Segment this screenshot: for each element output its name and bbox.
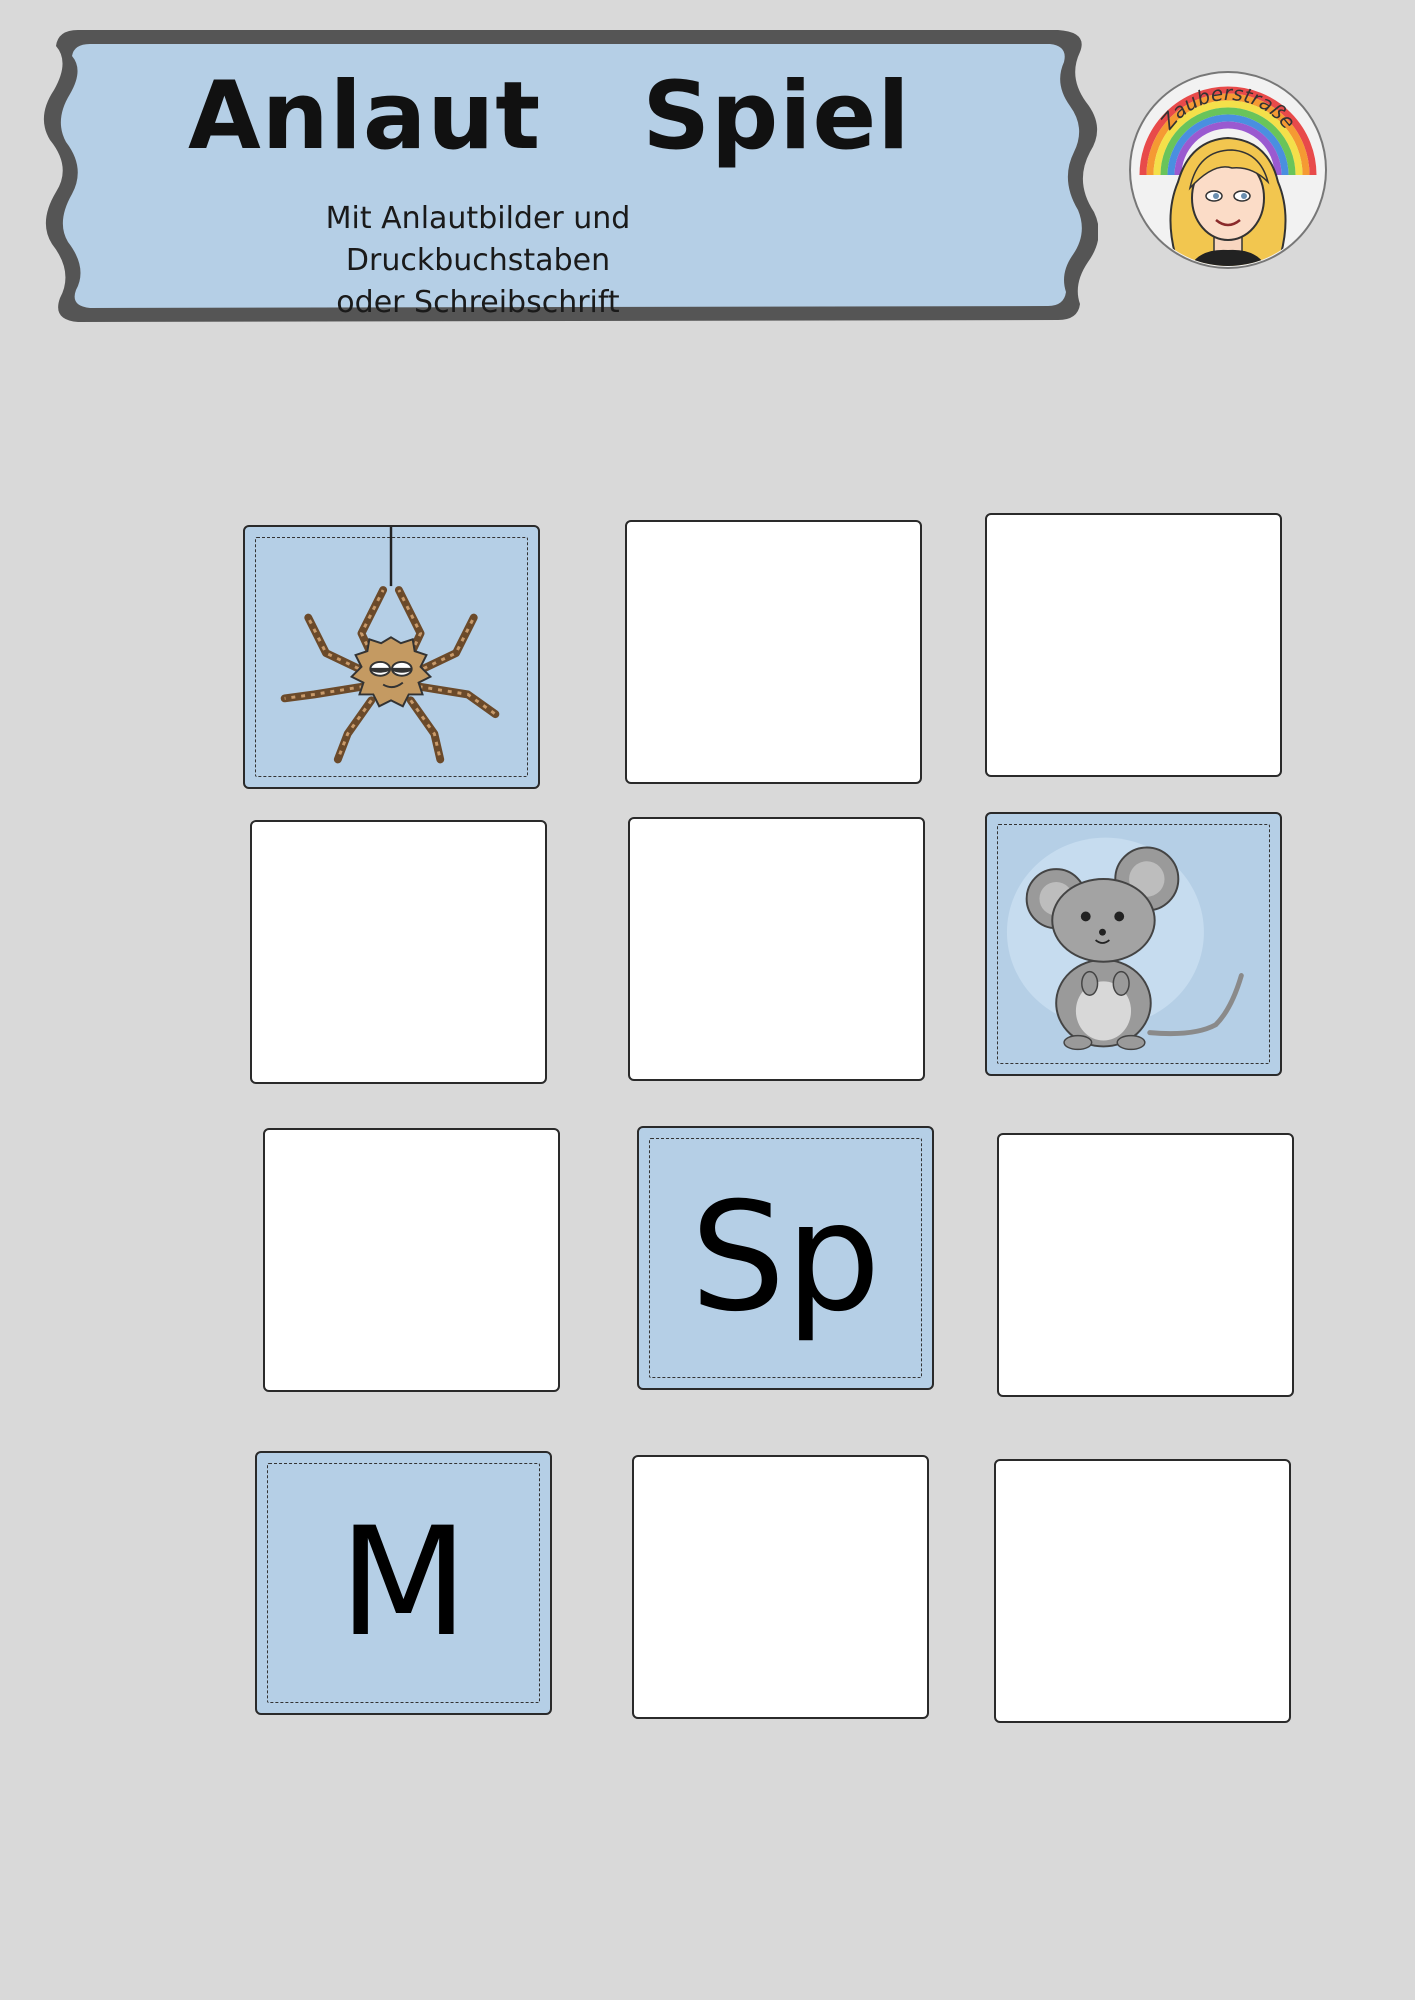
card-letter-m[interactable]: M (255, 1451, 552, 1715)
card-mouse-picture[interactable] (985, 812, 1282, 1076)
card-letter-text: Sp (690, 1171, 881, 1345)
card-blank[interactable] (985, 513, 1282, 777)
subtitle-line-1: Mit Anlautbilder und Druckbuchstaben (325, 201, 631, 278)
subtitle-line-2: oder Schreibschrift (336, 285, 620, 320)
card-blank[interactable] (263, 1128, 560, 1392)
card-spider-picture[interactable] (243, 525, 540, 789)
spider-icon (280, 527, 500, 764)
card-picture (987, 814, 1280, 1074)
card-blank[interactable] (628, 817, 925, 1081)
card-letter-text: M (338, 1496, 469, 1670)
avatar-rainbow-logo-icon: Zauberstraße (1129, 71, 1327, 269)
card-blank[interactable] (632, 1455, 929, 1719)
card-blank[interactable] (994, 1459, 1291, 1723)
card-blank[interactable] (997, 1133, 1294, 1397)
card-blank[interactable] (250, 820, 547, 1084)
page-subtitle: Mit Anlautbilder und Druckbuchstaben ode… (218, 198, 738, 324)
card-letter-sp[interactable]: Sp (637, 1126, 934, 1390)
page-title: Anlaut Spiel (188, 62, 911, 171)
card-picture (245, 527, 538, 787)
header-banner: Anlaut Spiel Mit Anlautbilder und Druckb… (38, 22, 1098, 327)
card-blank[interactable] (625, 520, 922, 784)
mouse-icon (1006, 837, 1244, 1051)
zauberstrasse-logo: Zauberstraße (1128, 70, 1328, 270)
